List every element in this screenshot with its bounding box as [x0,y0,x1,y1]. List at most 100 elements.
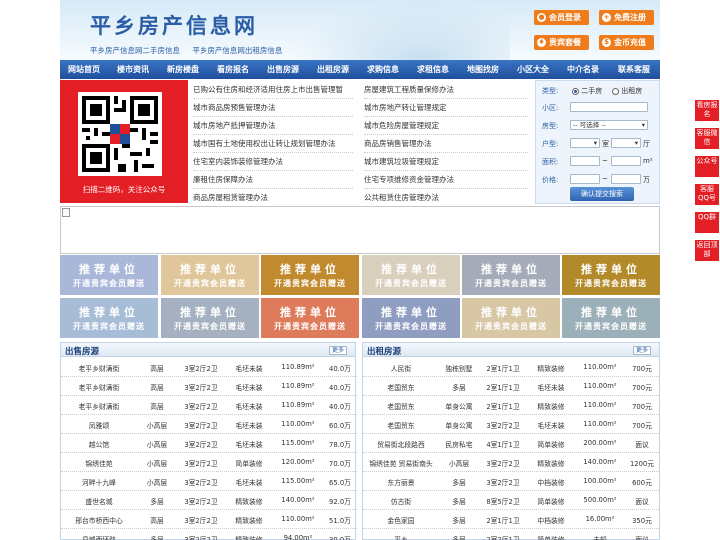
listing-row[interactable]: 老平乡财满街 高层 3室2厅2卫 毛坯未装 110.89m² 40.0万 [61,396,357,415]
recommended-unit-ad[interactable]: 推荐单位 开通贵宾会员赠送 [362,298,460,338]
login-button[interactable]: ● 会员登录 [534,10,589,25]
listing-row[interactable]: 凤雅颂 小高层 3室2厅2卫 毛坯未装 110.00m² 60.0万 [61,415,357,434]
nav-news[interactable]: 楼市资讯 [108,60,158,79]
cell-community[interactable]: 仿古街 [363,496,439,506]
area-max-input[interactable] [611,156,641,166]
vip-package-button[interactable]: ♦ 贵宾套餐 [534,35,589,50]
listing-row[interactable]: 金色家园 多层 2室1厅1卫 中档装修 16.00m² 350元 [363,510,659,529]
listing-row[interactable]: 锦绣佳苑 小高层 3室2厅2卫 简单装修 120.00m² 70.0万 [61,453,357,472]
listing-row[interactable]: 老国贸东 多层 2室1厅1卫 毛坯未装 110.00m² 700元 [363,377,659,396]
listing-row[interactable]: 贸易街北段路西 民房私宅 4室1厅1卫 简单装修 200.00m² 面议 [363,434,659,453]
type-option-rent[interactable]: 出租房 [612,86,642,96]
cell-community[interactable]: 老平乡财满街 [61,382,137,392]
policy-link[interactable]: 城市房地产抵押管理办法 [193,117,353,135]
policy-link[interactable]: 住宅专项维修资金管理办法 [364,171,528,189]
nav-want-rent[interactable]: 求租信息 [408,60,458,79]
nav-viewing-signup[interactable]: 看房报名 [208,60,258,79]
recommended-unit-ad[interactable]: 推荐单位 开通贵宾会员赠送 [462,255,560,295]
policy-link[interactable]: 公共租赁住房管理办法 [364,189,528,207]
policy-link[interactable]: 城市商品房预售管理办法 [193,99,353,117]
listing-row[interactable]: 仿古街 多层 8室5厅2卫 简单装修 500.00m² 面议 [363,491,659,510]
cell-community[interactable]: 人民街 [363,363,439,373]
room-select[interactable]: ▾ [570,138,600,148]
listing-row[interactable]: 老平乡财满街 高层 3室2厅2卫 毛坯未装 110.89m² 40.0万 [61,358,357,377]
listing-row[interactable]: 老国贸东 单身公寓 2室1厅1卫 精致装修 110.00m² 700元 [363,396,659,415]
listing-row[interactable]: 老平乡财满街 高层 3室2厅2卫 毛坯未装 110.89m² 40.0万 [61,377,357,396]
site-logo[interactable]: 平乡房产信息网 [90,10,258,40]
recommended-unit-ad[interactable]: 推荐单位 开通贵宾会员赠送 [161,298,259,338]
nav-agents[interactable]: 中介名录 [558,60,608,79]
recommended-unit-ad[interactable]: 推荐单位 开通贵宾会员赠送 [462,298,560,338]
type-option-secondhand[interactable]: 二手房 [572,86,602,96]
listing-row[interactable]: 河畔十九峰 小高层 3室2厅2卫 毛坯未装 115.00m² 65.0万 [61,472,357,491]
cell-community[interactable]: 老国贸东 [363,420,439,430]
float-service-wechat[interactable]: 客服微信 [695,128,719,149]
policy-link[interactable]: 城市危险房屋管理规定 [364,117,528,135]
float-back-to-top[interactable]: 返回顶部 [695,240,719,261]
policy-link[interactable]: 住宅室内装饰装修管理办法 [193,153,353,171]
cell-community[interactable]: 老国贸东 [363,401,439,411]
cell-community[interactable]: 河畔十九峰 [61,477,137,487]
cell-community[interactable]: 金色家园 [363,515,439,525]
policy-link[interactable]: 城市国有土地使用权出让转让规划管理办法 [193,135,353,153]
area-min-input[interactable] [570,156,600,166]
nav-new-homes[interactable]: 新房楼盘 [158,60,208,79]
cell-community[interactable]: 东方丽景 [363,477,439,487]
nav-map[interactable]: 地图找房 [458,60,508,79]
cell-community[interactable]: 盛世名城 [61,496,137,506]
listing-row[interactable]: 越公馆 小高层 3室2厅2卫 毛坯未装 115.00m² 78.0万 [61,434,357,453]
cell-community[interactable]: 老平乡财满街 [61,363,137,373]
search-submit-button[interactable]: 确认提交搜索 [570,187,634,201]
float-viewing-signup[interactable]: 看房报名 [695,100,719,121]
listing-row[interactable]: 县城西环路 多层 3室2厅2卫 精致装修 94.00m² 30.0万 [61,529,357,540]
float-service-qq[interactable]: 客服QQ号 [695,184,719,205]
recommended-unit-ad[interactable]: 推荐单位 开通贵宾会员赠送 [562,298,660,338]
cell-community[interactable]: 老国贸东 [363,382,439,392]
cell-community[interactable]: 凤雅颂 [61,420,137,430]
cell-community[interactable]: 锦绣佳苑 [61,458,137,468]
cell-community[interactable]: 平乡 [363,534,439,540]
recommended-unit-ad[interactable]: 推荐单位 开通贵宾会员赠送 [261,298,359,338]
hall-select[interactable]: ▾ [611,138,641,148]
listing-row[interactable]: 老国贸东 单身公寓 3室2厅2卫 毛坯未装 110.00m² 700元 [363,415,659,434]
nav-communities[interactable]: 小区大全 [508,60,558,79]
radio-selected[interactable] [572,87,579,95]
listing-row[interactable]: 盛世名城 多层 3室2厅2卫 精致装修 140.00m² 92.0万 [61,491,357,510]
listing-row[interactable]: 人民街 独栋别墅 2室1厅1卫 精致装修 110.00m² 700元 [363,358,659,377]
nav-contact[interactable]: 联系客服 [608,60,660,79]
cell-community[interactable]: 县城西环路 [61,534,137,540]
cell-community[interactable]: 越公馆 [61,439,137,449]
banner-ad[interactable] [60,206,660,254]
recommended-unit-ad[interactable]: 推荐单位 开通贵宾会员赠送 [60,298,158,338]
radio-unselected[interactable] [612,87,619,95]
recommended-unit-ad[interactable]: 推荐单位 开通贵宾会员赠送 [261,255,359,295]
rent-more-button[interactable]: 更多 [632,346,651,355]
nav-rent[interactable]: 出租房源 [308,60,358,79]
listing-row[interactable]: 邢台市桥西中心 高层 3室2厅2卫 精致装修 110.00m² 51.0万 [61,510,357,529]
policy-link[interactable]: 城市建筑垃圾管理规定 [364,153,528,171]
register-button[interactable]: + 免费注册 [599,10,654,25]
float-official-account[interactable]: 公众号 [695,156,719,177]
nav-want-buy[interactable]: 求购信息 [358,60,408,79]
recommended-unit-ad[interactable]: 推荐单位 开通贵宾会员赠送 [161,255,259,295]
recommended-unit-ad[interactable]: 推荐单位 开通贵宾会员赠送 [562,255,660,295]
policy-link[interactable]: 商品房销售管理办法 [364,135,528,153]
listing-row[interactable]: 东方丽景 多层 3室2厅2卫 中档装修 100.00m² 600元 [363,472,659,491]
community-input[interactable] [570,102,648,112]
price-max-input[interactable] [611,174,641,184]
cell-community[interactable]: 贸易街北段路西 [363,439,439,449]
policy-link[interactable]: 城市房地产转让管理规定 [364,99,528,117]
policy-link[interactable]: 廉租住房保障办法 [193,171,353,189]
cell-community[interactable]: 邢台市桥西中心 [61,515,137,525]
price-min-input[interactable] [570,174,600,184]
policy-link[interactable]: 已购公有住房和经济适用住房上市出售管理暂 [193,81,353,99]
listing-row[interactable]: 平乡 多层 2室2厅1卫 简单装修 未知 面议 [363,529,659,540]
cell-community[interactable]: 锦绣佳苑 贸易街南头 [363,458,439,468]
housetype-select[interactable]: -- 可选择 -- ▾ [570,120,648,130]
float-qq-group[interactable]: QQ群 [695,212,719,233]
cell-community[interactable]: 老平乡财满街 [61,401,137,411]
recommended-unit-ad[interactable]: 推荐单位 开通贵宾会员赠送 [60,255,158,295]
policy-link[interactable]: 商品房屋租赁管理办法 [193,189,353,207]
policy-link[interactable]: 房屋建筑工程质量保修办法 [364,81,528,99]
nav-home[interactable]: 网站首页 [60,60,108,79]
